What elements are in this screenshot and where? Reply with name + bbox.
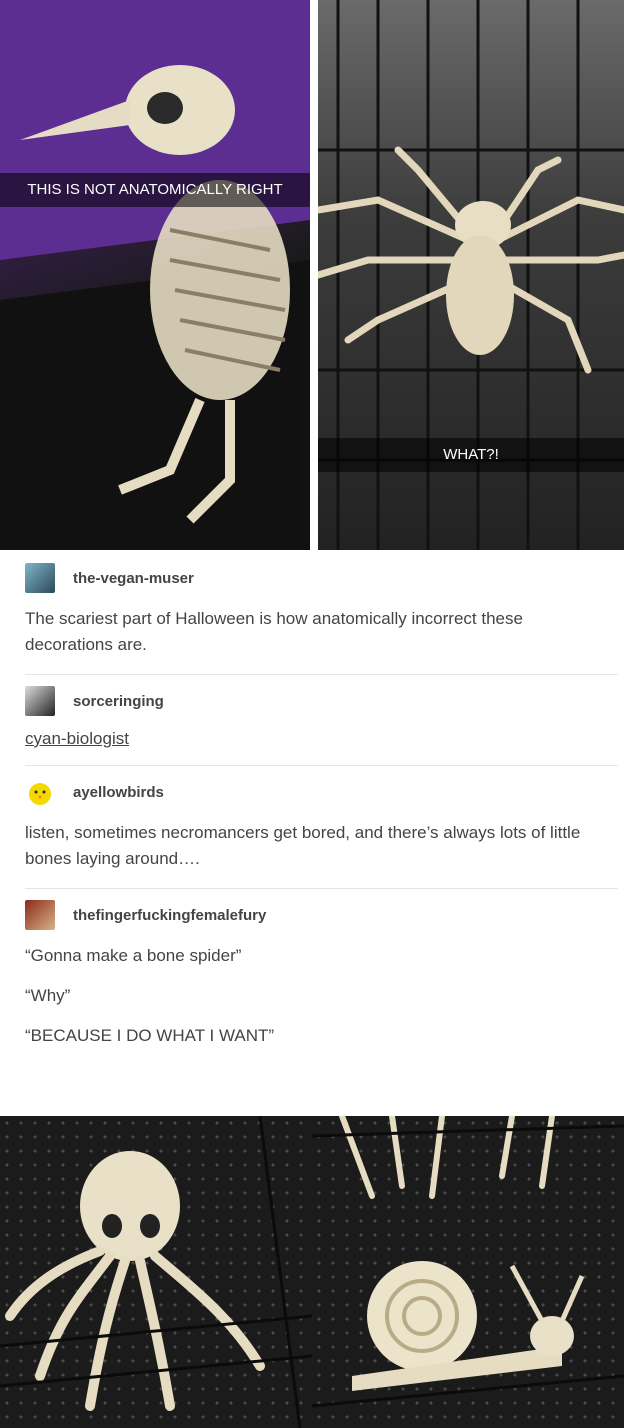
snail-skeleton-photo: [312, 1116, 624, 1428]
snail-skeleton-illustration: [312, 1116, 624, 1408]
bird-skeleton-photo: THIS IS NOT ANATOMICALLY RIGHT: [0, 0, 310, 550]
avatar[interactable]: [25, 686, 55, 716]
post-text: The scariest part of Halloween is how an…: [25, 609, 523, 654]
avatar[interactable]: [25, 777, 55, 807]
post-sorceringing: sorceringing cyan-biologist: [25, 675, 618, 766]
avatar[interactable]: [25, 563, 55, 593]
username[interactable]: sorceringing: [73, 693, 164, 710]
avatar[interactable]: [25, 900, 55, 930]
octopus-skeleton-photo: [0, 1116, 312, 1428]
snap-caption-left: THIS IS NOT ANATOMICALLY RIGHT: [0, 173, 310, 207]
spider-skeleton-photo: WHAT?!: [318, 0, 624, 550]
mention-link[interactable]: cyan-biologist: [25, 729, 129, 749]
username[interactable]: ayellowbirds: [73, 784, 164, 801]
post-body: “Gonna make a bone spider” “Why” “BECAUS…: [25, 943, 618, 1049]
post-the-vegan-muser: the-vegan-muser The scariest part of Hal…: [25, 552, 618, 675]
post-thefingerfuckingfemalefury: thefingerfuckingfemalefury “Gonna make a…: [25, 889, 618, 1067]
bottom-photo-row: [0, 1116, 624, 1428]
post-line: “Why”: [25, 986, 71, 1005]
username[interactable]: thefingerfuckingfemalefury: [73, 907, 266, 924]
post-line: “Gonna make a bone spider”: [25, 946, 242, 965]
post-ayellowbirds: ayellowbirds listen, sometimes necromanc…: [25, 766, 618, 889]
snap-caption-right: WHAT?!: [318, 438, 624, 472]
username[interactable]: the-vegan-muser: [73, 570, 194, 587]
bird-skeleton-illustration: [0, 0, 310, 550]
post-text: listen, sometimes necromancers get bored…: [25, 823, 581, 868]
octopus-skeleton-illustration: [0, 1116, 312, 1428]
reblog-thread: the-vegan-muser The scariest part of Hal…: [0, 552, 624, 1067]
yellow-bird-icon: [29, 783, 51, 805]
post-line: “BECAUSE I DO WHAT I WANT”: [25, 1026, 275, 1045]
top-photo-row: THIS IS NOT ANATOMICALLY RIGHT WHAT?!: [0, 0, 624, 550]
